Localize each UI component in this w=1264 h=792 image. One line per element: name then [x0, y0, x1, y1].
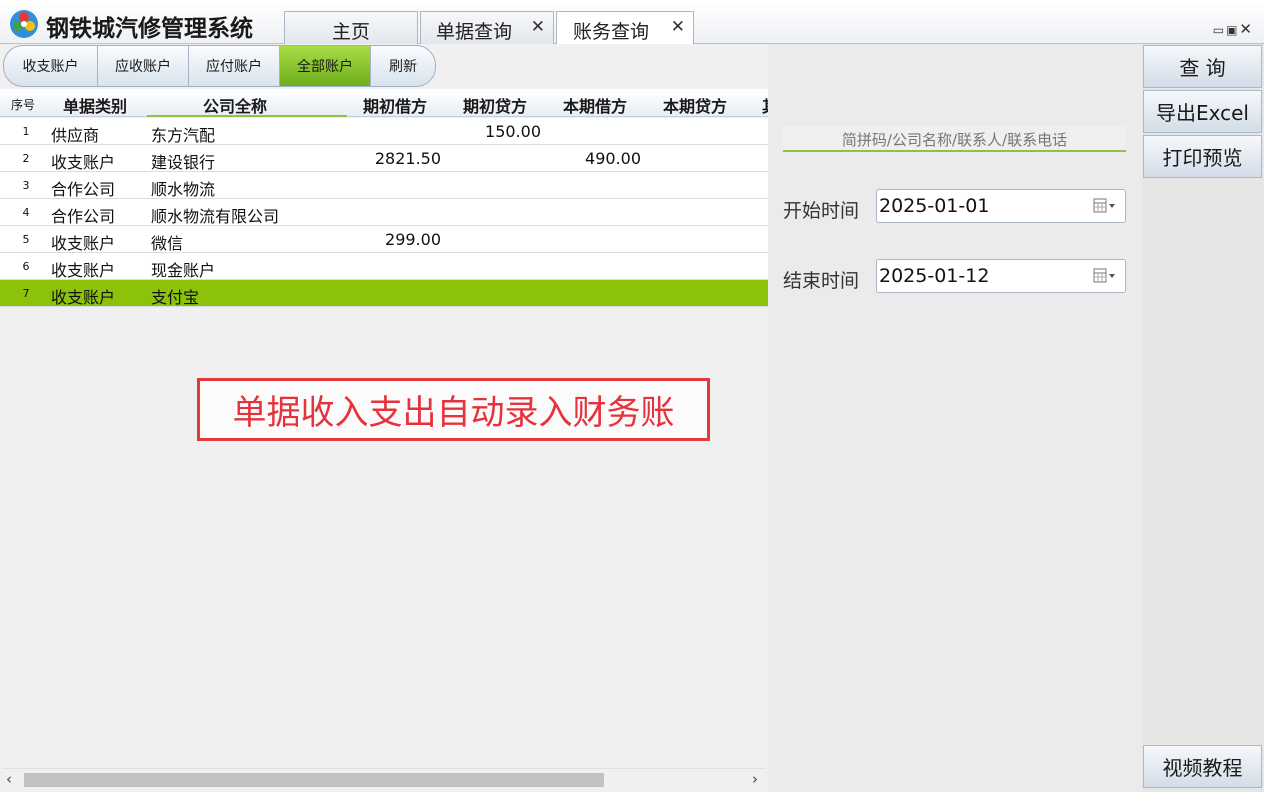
cell-current-debit: 490.00 — [585, 149, 641, 168]
filter-panel: 简拼码/公司名称/联系人/联系电话 开始时间 2025-01-01 结束时间 2… — [768, 44, 1142, 792]
tab-label: 主页 — [332, 21, 371, 43]
scroll-right-icon[interactable]: › — [752, 770, 758, 788]
scrollbar-thumb[interactable] — [24, 773, 604, 787]
window-controls: ▭▣✕ — [1213, 20, 1254, 38]
account-list-panel: 收支账户 应收账户 应付账户 全部账户 刷新 序号 单据类别 公司全称 期初借方… — [0, 44, 768, 792]
start-time-label: 开始时间 — [783, 200, 860, 222]
table-row[interactable]: 7 收支账户 支付宝 — [0, 280, 768, 307]
window-close-icon[interactable]: ✕ — [1239, 20, 1254, 38]
cell-type: 收支账户 — [51, 261, 116, 280]
cell-index: 4 — [22, 206, 30, 219]
cell-index: 3 — [22, 179, 30, 192]
cell-index: 6 — [22, 260, 30, 273]
sort-indicator — [147, 115, 347, 117]
video-tutorial-button[interactable]: 视频教程 — [1143, 745, 1262, 788]
app-logo-icon — [10, 10, 38, 38]
horizontal-scrollbar[interactable]: ‹ › — [2, 768, 766, 790]
calendar-dropdown-icon[interactable] — [1093, 268, 1117, 284]
calendar-dropdown-icon[interactable] — [1093, 198, 1117, 214]
column-header-current-credit[interactable]: 本期贷方 — [663, 93, 727, 117]
title-bar: 钢铁城汽修管理系统 主页 单据查询 ✕ 账务查询 ✕ ▭▣✕ — [0, 0, 1264, 45]
column-header-index[interactable]: 序号 — [11, 96, 35, 113]
table-row[interactable]: 1 供应商 东方汽配 150.00 — [0, 118, 768, 145]
filter-income-expense-button[interactable]: 收支账户 — [4, 46, 98, 86]
table-header: 序号 单据类别 公司全称 期初借方 期初贷方 本期借方 本期贷方 其 — [0, 89, 768, 117]
filter-receivable-button[interactable]: 应收账户 — [98, 46, 189, 86]
table-row[interactable]: 2 收支账户 建设银行 2821.50 490.00 — [0, 145, 768, 172]
action-panel: 查 询 导出Excel 打印预览 视频教程 — [1142, 44, 1264, 792]
end-time-label: 结束时间 — [783, 270, 860, 292]
refresh-button[interactable]: 刷新 — [371, 46, 435, 86]
export-excel-button[interactable]: 导出Excel — [1143, 90, 1262, 133]
cell-company: 现金账户 — [151, 261, 216, 280]
column-header-company[interactable]: 公司全称 — [203, 93, 267, 117]
cell-type: 收支账户 — [51, 234, 116, 253]
close-icon[interactable]: ✕ — [671, 17, 685, 37]
cell-company: 东方汽配 — [151, 126, 216, 145]
query-button[interactable]: 查 询 — [1143, 45, 1262, 88]
table-row[interactable]: 3 合作公司 顺水物流 — [0, 172, 768, 199]
table-row[interactable]: 5 收支账户 微信 299.00 — [0, 226, 768, 253]
cell-company: 微信 — [151, 234, 184, 253]
cell-opening-debit: 299.00 — [385, 230, 441, 249]
filter-all-button[interactable]: 全部账户 — [280, 46, 371, 86]
column-header-current-debit[interactable]: 本期借方 — [563, 93, 627, 117]
restore-icon[interactable]: ▣ — [1226, 23, 1239, 37]
cell-index: 2 — [22, 152, 30, 165]
column-header-type[interactable]: 单据类别 — [63, 93, 127, 117]
tab-label: 单据查询 — [436, 21, 513, 43]
start-date-field[interactable]: 2025-01-01 — [876, 189, 1126, 223]
scroll-left-icon[interactable]: ‹ — [6, 770, 12, 788]
tab-document-query[interactable]: 单据查询 ✕ — [420, 11, 554, 44]
table-body: 1 供应商 东方汽配 150.00 2 收支账户 建设银行 2821.50 490.00 3 合作公… — [0, 118, 768, 307]
cell-company: 建设银行 — [151, 153, 216, 172]
app-title: 钢铁城汽修管理系统 — [46, 16, 253, 42]
search-input[interactable]: 简拼码/公司名称/联系人/联系电话 — [783, 126, 1126, 152]
cell-opening-credit: 150.00 — [485, 122, 541, 141]
column-header-opening-credit[interactable]: 期初贷方 — [463, 93, 527, 117]
cell-company: 顺水物流有限公司 — [151, 207, 280, 226]
close-icon[interactable]: ✕ — [531, 17, 545, 37]
end-date-field[interactable]: 2025-01-12 — [876, 259, 1126, 293]
cell-type: 收支账户 — [51, 288, 116, 307]
cell-type: 供应商 — [51, 126, 100, 145]
tab-home[interactable]: 主页 — [284, 11, 418, 44]
table-row[interactable]: 6 收支账户 现金账户 — [0, 253, 768, 280]
account-filter-group: 收支账户 应收账户 应付账户 全部账户 刷新 — [3, 45, 436, 87]
start-date-value: 2025-01-01 — [879, 195, 990, 217]
cell-type: 收支账户 — [51, 153, 116, 172]
cell-type: 合作公司 — [51, 207, 116, 226]
cell-company: 顺水物流 — [151, 180, 216, 199]
end-date-value: 2025-01-12 — [879, 265, 990, 287]
cell-index: 7 — [22, 287, 30, 300]
table-row[interactable]: 4 合作公司 顺水物流有限公司 — [0, 199, 768, 226]
column-header-opening-debit[interactable]: 期初借方 — [363, 93, 427, 117]
cell-opening-debit: 2821.50 — [374, 149, 441, 168]
minimize-icon[interactable]: ▭ — [1213, 23, 1226, 37]
cell-index: 1 — [22, 125, 30, 138]
annotation-callout: 单据收入支出自动录入财务账 — [197, 378, 710, 441]
cell-index: 5 — [22, 233, 30, 246]
cell-type: 合作公司 — [51, 180, 116, 199]
tab-account-query[interactable]: 账务查询 ✕ — [556, 11, 694, 45]
print-preview-button[interactable]: 打印预览 — [1143, 135, 1262, 178]
filter-payable-button[interactable]: 应付账户 — [189, 46, 280, 86]
cell-company: 支付宝 — [151, 288, 200, 307]
tab-label: 账务查询 — [573, 21, 650, 43]
